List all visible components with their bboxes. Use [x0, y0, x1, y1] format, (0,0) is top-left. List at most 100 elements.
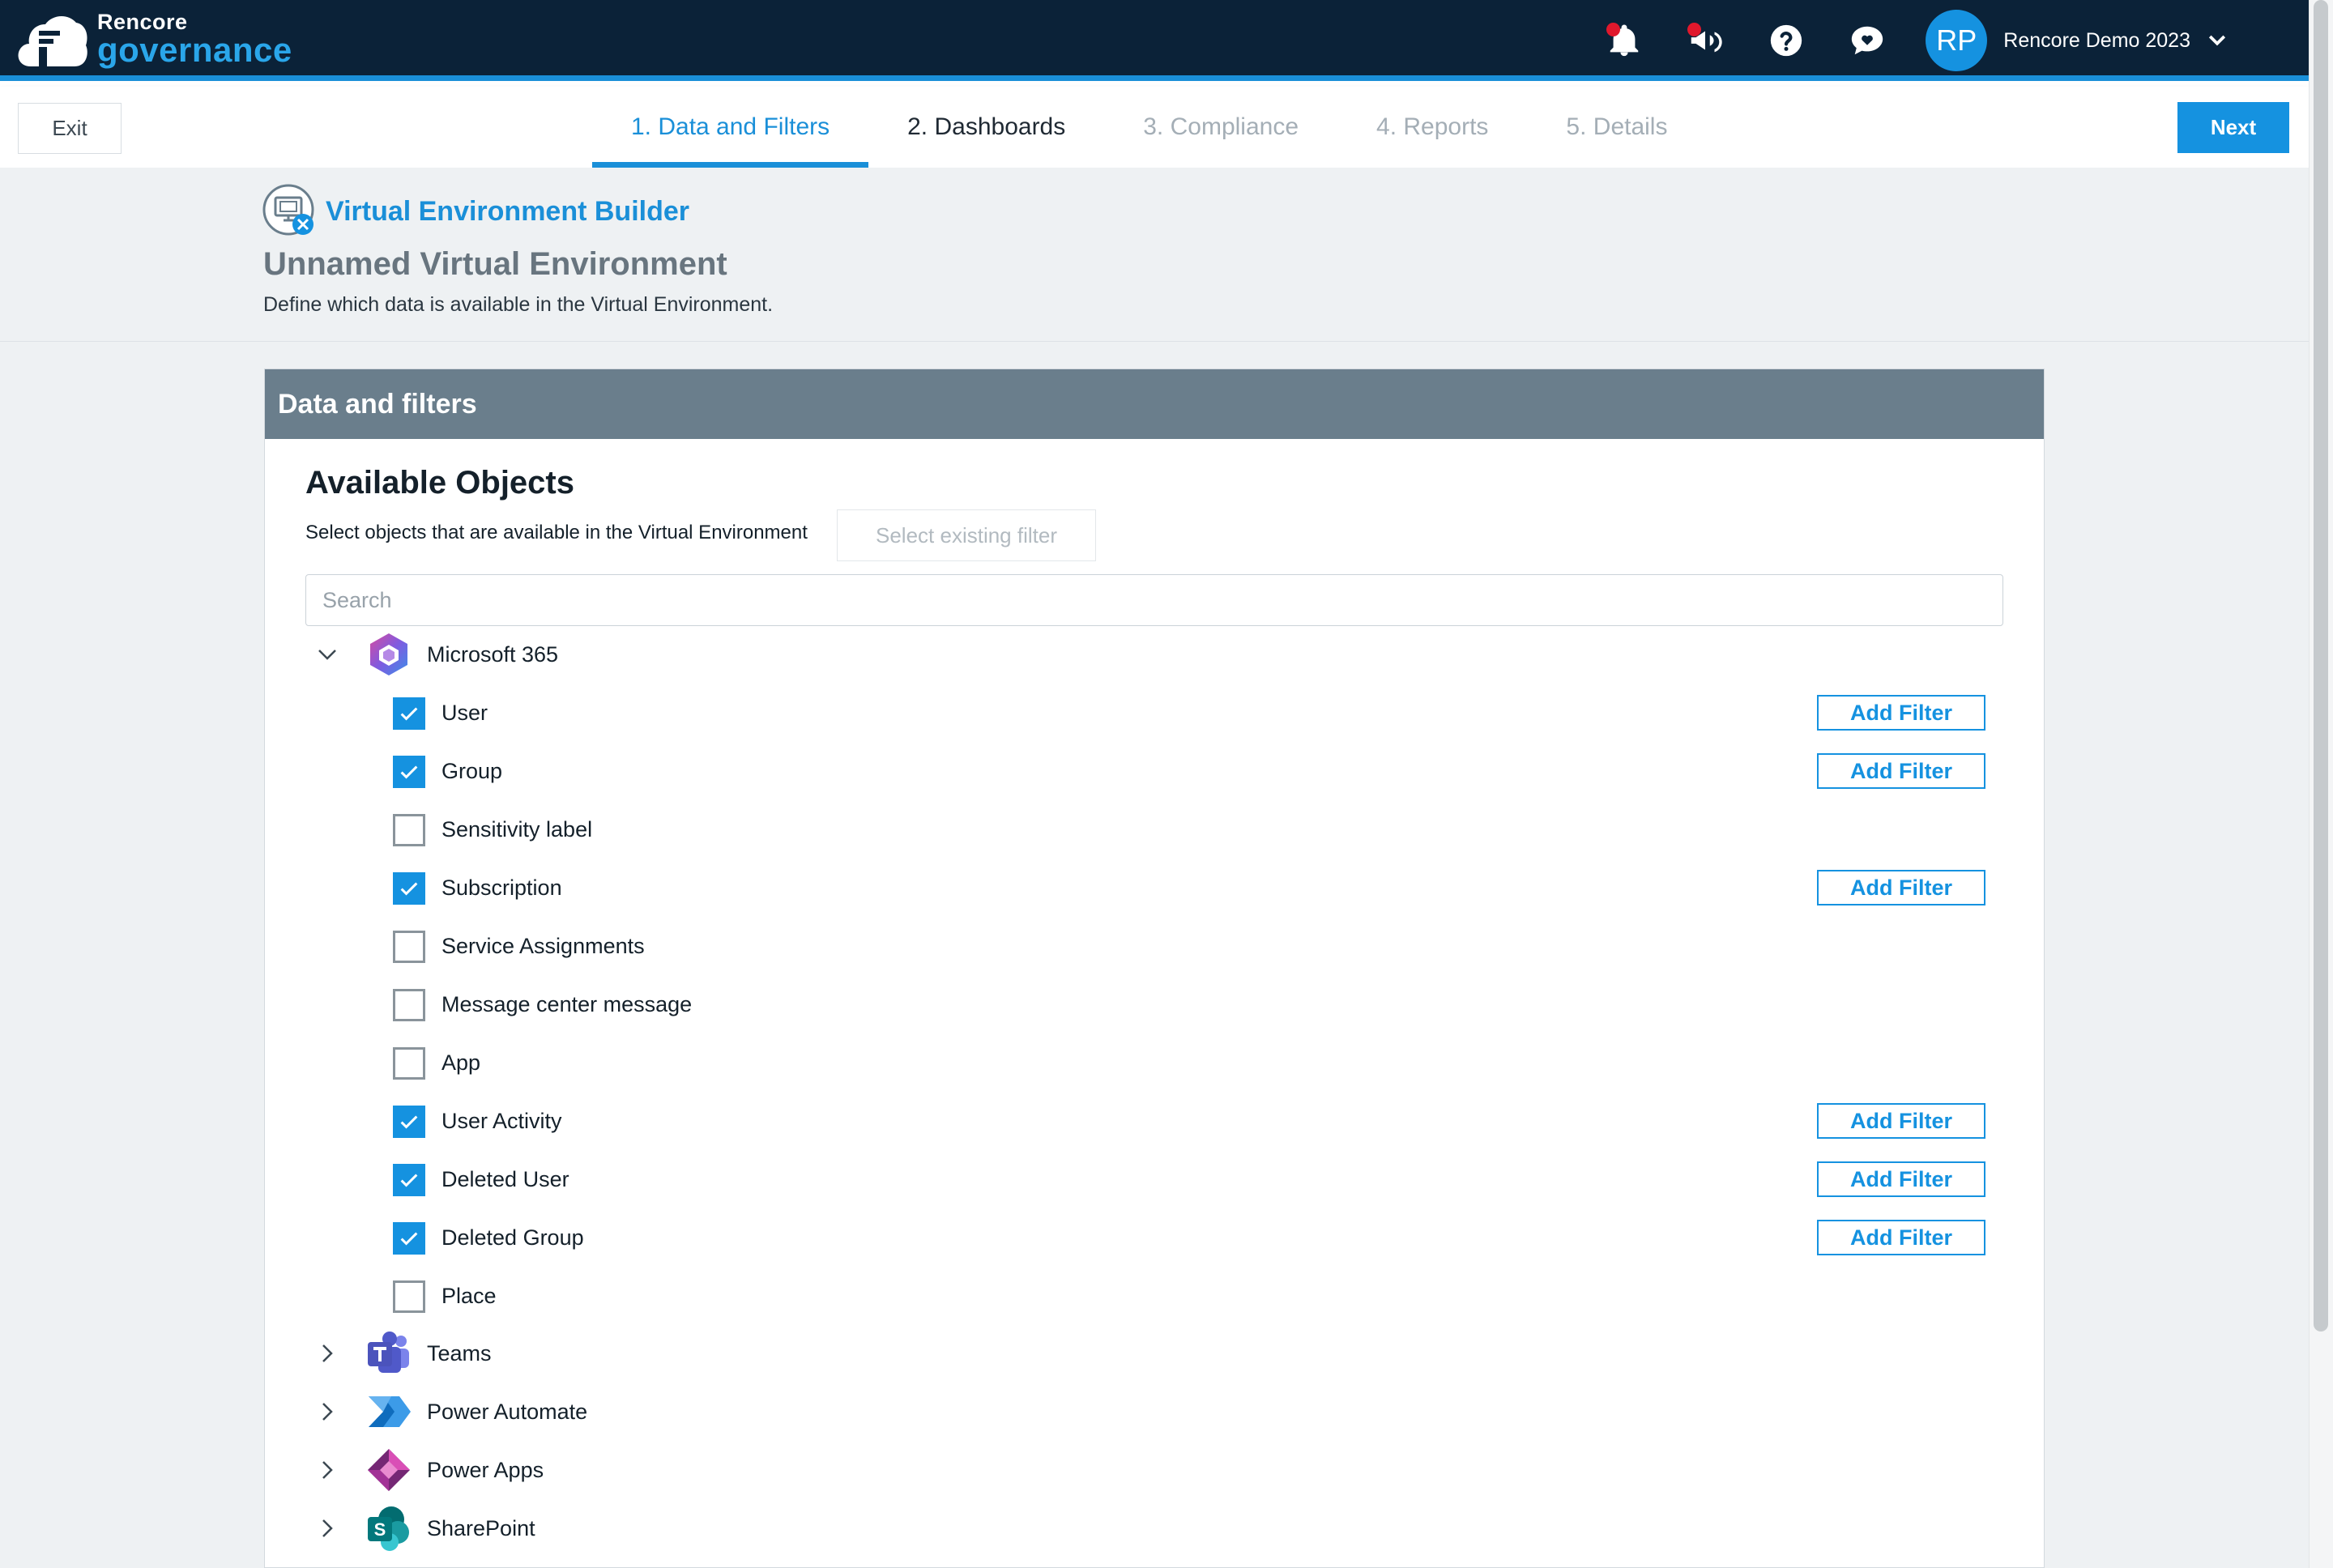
object-label: Service Assignments [441, 934, 645, 958]
sharepoint-logo-icon: S [368, 1506, 409, 1551]
object-label: Group [441, 759, 503, 783]
tree-node-teams[interactable]: Teams [265, 1324, 2044, 1383]
list-item: Place [265, 1267, 2044, 1325]
chevron-down-icon [2208, 35, 2226, 46]
tab-details[interactable]: 5. Details [1527, 87, 1706, 168]
chevron-right-icon[interactable] [315, 1516, 339, 1540]
teams-logo-icon [368, 1332, 409, 1373]
object-checkbox[interactable] [393, 697, 425, 730]
tab-reports[interactable]: 4. Reports [1337, 87, 1527, 168]
object-checkbox[interactable] [393, 1106, 425, 1138]
checkmark-icon [400, 1115, 418, 1129]
add-filter-button[interactable]: Add Filter [1817, 1161, 1985, 1197]
chevron-right-icon[interactable] [315, 1341, 339, 1366]
top-navigation-bar: Rencore governance RP Rencore Demo 2023 [0, 0, 2309, 81]
brand-logo[interactable]: Rencore governance [15, 8, 292, 70]
select-existing-filter-button[interactable]: Select existing filter [837, 509, 1096, 561]
object-checkbox[interactable] [393, 989, 425, 1021]
list-item: Service Assignments [265, 917, 2044, 975]
add-filter-button[interactable]: Add Filter [1817, 870, 1985, 905]
data-and-filters-panel: Data and filters Available Objects Selec… [264, 369, 2045, 1568]
tree-node-label: Microsoft 365 [427, 641, 559, 667]
list-item: User Activity Add Filter [265, 1092, 2044, 1150]
object-label: App [441, 1050, 481, 1075]
object-label: User Activity [441, 1109, 562, 1133]
list-item: Message center message [265, 975, 2044, 1033]
checkmark-icon [400, 1232, 418, 1246]
object-checkbox[interactable] [393, 756, 425, 788]
page-title: Unnamed Virtual Environment [263, 246, 727, 282]
search-input[interactable] [305, 574, 2003, 626]
list-item: User Add Filter [265, 684, 2044, 742]
object-checkbox[interactable] [393, 1164, 425, 1196]
power-apps-logo-icon [368, 1449, 410, 1491]
tree-node-power-automate[interactable]: Power Automate [265, 1383, 2044, 1441]
panel-title: Data and filters [265, 369, 2044, 439]
tree-node-microsoft-365[interactable]: Microsoft 365 [265, 625, 2044, 684]
list-item: Deleted Group Add Filter [265, 1208, 2044, 1267]
tab-data-and-filters[interactable]: 1. Data and Filters [592, 87, 869, 168]
available-objects-title: Available Objects [305, 465, 574, 501]
object-label: Deleted Group [441, 1225, 584, 1250]
object-label: User [441, 701, 488, 725]
checkmark-icon [400, 765, 418, 779]
object-label: Sensitivity label [441, 817, 593, 842]
list-item: Group Add Filter [265, 742, 2044, 800]
chevron-right-icon[interactable] [315, 1400, 339, 1424]
list-item: App [265, 1033, 2044, 1092]
cloud-logo-icon [15, 10, 89, 68]
announcement-megaphone-icon[interactable] [1681, 16, 1729, 65]
object-label: Message center message [441, 992, 693, 1016]
brand-name-rencore: Rencore [97, 9, 188, 34]
user-account-menu[interactable]: RP Rencore Demo 2023 [1926, 10, 2229, 71]
tenant-name: Rencore Demo 2023 [2003, 28, 2190, 52]
add-filter-button[interactable]: Add Filter [1817, 1103, 1985, 1139]
svg-text:S: S [374, 1519, 386, 1540]
wizard-step-bar: Exit 1. Data and Filters 2. Dashboards 3… [0, 87, 2309, 168]
brand-name-governance: governance [97, 30, 292, 69]
checkmark-icon [400, 707, 418, 721]
page-header: Virtual Environment Builder Unnamed Virt… [0, 168, 2309, 342]
object-checkbox[interactable] [393, 1222, 425, 1255]
object-label: Place [441, 1284, 497, 1308]
object-label: Deleted User [441, 1167, 569, 1191]
tree-node-sharepoint[interactable]: S SharePoint [265, 1499, 2044, 1557]
virtual-environment-icon [262, 184, 314, 236]
list-item: Deleted User Add Filter [265, 1150, 2044, 1208]
add-filter-button[interactable]: Add Filter [1817, 695, 1985, 731]
tree-node-label: Power Apps [427, 1457, 544, 1482]
tree-node-power-apps[interactable]: Power Apps [265, 1441, 2044, 1499]
tab-compliance[interactable]: 3. Compliance [1104, 87, 1337, 168]
exit-button[interactable]: Exit [18, 103, 122, 154]
scrollbar-thumb[interactable] [2314, 0, 2328, 1332]
object-checkbox[interactable] [393, 814, 425, 846]
help-question-icon[interactable] [1762, 16, 1811, 65]
chevron-down-icon[interactable] [315, 642, 339, 667]
power-automate-logo-icon [369, 1396, 411, 1427]
list-item: Sensitivity label [265, 800, 2044, 859]
list-item: Subscription Add Filter [265, 859, 2044, 917]
checkmark-icon [400, 882, 418, 896]
object-label: Subscription [441, 876, 562, 900]
page-description: Define which data is available in the Vi… [263, 293, 774, 316]
wizard-steps: 1. Data and Filters 2. Dashboards 3. Com… [592, 87, 1706, 168]
object-checkbox[interactable] [393, 1280, 425, 1313]
microsoft-365-logo-icon [370, 633, 407, 675]
chevron-right-icon[interactable] [315, 1458, 339, 1482]
notification-bell-icon[interactable] [1600, 16, 1648, 65]
feedback-chat-icon[interactable] [1843, 16, 1892, 65]
next-button[interactable]: Next [2177, 102, 2289, 153]
add-filter-button[interactable]: Add Filter [1817, 753, 1985, 789]
available-objects-description: Select objects that are available in the… [305, 522, 808, 543]
tree-node-label: Teams [427, 1340, 492, 1366]
tree-node-label: Power Automate [427, 1399, 588, 1424]
object-checkbox[interactable] [393, 872, 425, 905]
object-checkbox[interactable] [393, 931, 425, 963]
builder-title: Virtual Environment Builder [326, 195, 690, 227]
tab-dashboards[interactable]: 2. Dashboards [868, 87, 1104, 168]
tree-node-label: SharePoint [427, 1515, 535, 1540]
add-filter-button[interactable]: Add Filter [1817, 1220, 1985, 1255]
object-checkbox[interactable] [393, 1047, 425, 1080]
checkmark-icon [400, 1174, 418, 1187]
avatar: RP [1926, 10, 1988, 71]
